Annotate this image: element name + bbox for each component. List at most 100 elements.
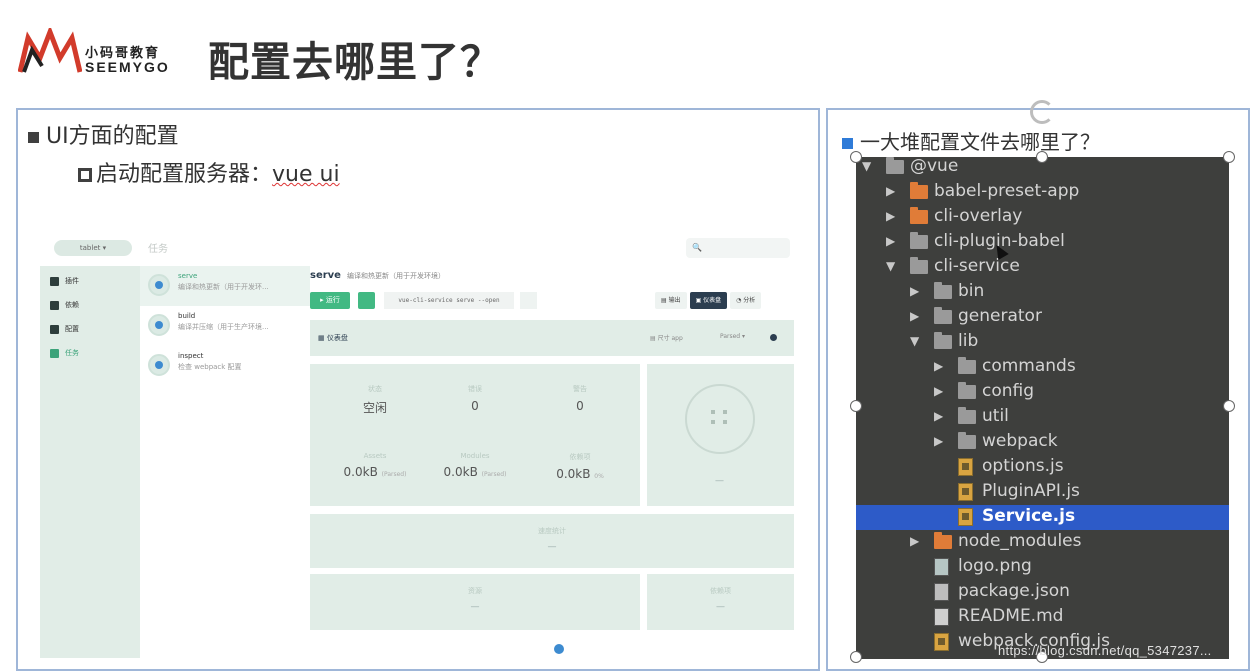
collapse-arrow-icon[interactable]: ▶ bbox=[934, 359, 943, 373]
tab-dashboard[interactable]: ▣ 仪表盘 bbox=[689, 292, 728, 309]
tree-row[interactable]: options.js bbox=[856, 455, 1229, 480]
resize-handle-ml[interactable] bbox=[850, 400, 862, 412]
tree-row[interactable]: logo.png bbox=[856, 555, 1229, 580]
parsed-selector[interactable]: Parsed ▾ bbox=[720, 333, 745, 340]
resize-handle-tl[interactable] bbox=[850, 151, 862, 163]
folder-icon bbox=[886, 157, 904, 174]
stat-value: 空闲 bbox=[362, 401, 387, 415]
expand-arrow-icon[interactable]: ▼ bbox=[910, 334, 919, 348]
stat-number: 0.0kB bbox=[556, 467, 591, 481]
progress-value: — bbox=[715, 476, 724, 486]
bullet-square-icon bbox=[28, 131, 39, 143]
tree-row[interactable]: ▶ webpack bbox=[856, 430, 1229, 455]
folder-icon bbox=[934, 332, 952, 349]
tree-row-label: @vue bbox=[910, 157, 959, 176]
task-icon bbox=[148, 314, 170, 336]
tree-row-label: babel-preset-app bbox=[934, 181, 1080, 201]
folder-icon bbox=[934, 532, 952, 549]
expand-arrow-icon[interactable]: ▼ bbox=[862, 159, 871, 173]
task-detail-name: serve bbox=[310, 270, 341, 281]
stat-errors: 错误 0 bbox=[430, 384, 520, 413]
stat-key: 状态 bbox=[368, 385, 382, 393]
task-build[interactable]: build 编译并压缩（用于生产环境... bbox=[140, 306, 310, 346]
task-name: serve bbox=[178, 272, 198, 280]
tree-row[interactable]: ▶ babel-preset-app bbox=[856, 180, 1229, 205]
stat-value: 0 bbox=[471, 399, 479, 413]
tree-row[interactable]: ▶ cli-plugin-babel bbox=[856, 230, 1229, 255]
tree-row[interactable]: ▶ bin bbox=[856, 280, 1229, 305]
collapse-arrow-icon[interactable]: ▶ bbox=[910, 284, 919, 298]
task-inspect[interactable]: inspect 检查 webpack 配置 bbox=[140, 346, 310, 386]
seemygo-logo: 小码哥教育 SEEMYGO bbox=[17, 25, 188, 78]
stat-value: 0.0kB (Parsed) bbox=[430, 465, 520, 479]
rotate-handle-icon[interactable] bbox=[1030, 100, 1054, 124]
collapse-arrow-icon[interactable]: ▶ bbox=[886, 234, 895, 248]
ui-config-text: UI方面的配置 bbox=[46, 124, 179, 149]
folder-icon bbox=[910, 232, 928, 249]
tree-row[interactable]: ▶ generator bbox=[856, 305, 1229, 330]
folder-icon bbox=[958, 382, 976, 399]
stat-key: 警告 bbox=[573, 385, 587, 393]
tree-row[interactable]: ▶ util bbox=[856, 405, 1229, 430]
expand-arrow-icon[interactable]: ▼ bbox=[886, 259, 895, 273]
tab-analyze[interactable]: ◔ 分析 bbox=[730, 292, 762, 309]
tree-row[interactable]: ▶ config bbox=[856, 380, 1229, 405]
puzzle-icon bbox=[50, 276, 59, 286]
tree-row[interactable]: README.md bbox=[856, 605, 1229, 630]
collapse-arrow-icon[interactable]: ▶ bbox=[886, 184, 895, 198]
stat-key: Modules bbox=[460, 452, 490, 460]
tree-row[interactable]: ▶ cli-overlay bbox=[856, 205, 1229, 230]
nav-config[interactable]: 配置 bbox=[50, 324, 79, 334]
edit-command-icon[interactable] bbox=[520, 292, 537, 309]
js-file-icon bbox=[958, 458, 973, 476]
tasks-icon bbox=[50, 348, 59, 358]
slide-header: 小码哥教育 SEEMYGO 配置去哪里了？ bbox=[0, 0, 1250, 96]
resize-handle-tc[interactable] bbox=[1036, 151, 1048, 163]
vue-ui-page-title: 任务 bbox=[148, 244, 168, 255]
task-icon bbox=[148, 274, 170, 296]
hollow-bullet-icon bbox=[78, 168, 92, 182]
tree-row[interactable]: Service.js bbox=[856, 505, 1229, 530]
task-detail: serve 编译和热更新（用于开发环境） ▸ 运行 vue-cli-service… bbox=[310, 266, 798, 658]
stat-number: 0.0kB bbox=[443, 465, 478, 479]
vue-ui-search[interactable]: 🔍 bbox=[686, 238, 790, 258]
tree-row[interactable]: PluginAPI.js bbox=[856, 480, 1229, 505]
task-serve[interactable]: serve 编译和热更新（用于开发环... bbox=[140, 266, 310, 306]
tree-row[interactable]: ▼ lib bbox=[856, 330, 1229, 355]
resize-handle-mr[interactable] bbox=[1223, 400, 1235, 412]
tree-row[interactable]: package.json bbox=[856, 580, 1229, 605]
size-selector[interactable]: ▤ 尺寸 app bbox=[650, 333, 683, 342]
vue-ui-bullet: 启动配置服务器：vue ui bbox=[78, 156, 340, 188]
collapse-arrow-icon[interactable]: ▶ bbox=[886, 209, 895, 223]
vue-ui-prefix: 启动配置服务器： bbox=[96, 162, 273, 187]
js-file-icon bbox=[934, 633, 949, 651]
tree-row[interactable]: ▶ commands bbox=[856, 355, 1229, 380]
tree-row[interactable]: ▼ cli-service bbox=[856, 255, 1229, 280]
collapse-arrow-icon[interactable]: ▶ bbox=[910, 534, 919, 548]
collapse-arrow-icon[interactable]: ▶ bbox=[934, 409, 943, 423]
page-title: 配置去哪里了？ bbox=[208, 38, 502, 86]
deps-value: — bbox=[716, 602, 725, 612]
markdown-file-icon bbox=[934, 608, 949, 626]
bullet-square-icon bbox=[842, 138, 853, 149]
nav-plugins[interactable]: 插件 bbox=[50, 276, 79, 286]
project-selector[interactable]: tablet ▾ bbox=[54, 240, 132, 256]
nav-tasks[interactable]: 任务 bbox=[50, 348, 79, 358]
resize-handle-tr[interactable] bbox=[1223, 151, 1235, 163]
collapse-arrow-icon[interactable]: ▶ bbox=[934, 384, 943, 398]
tree-row[interactable]: ▶ node_modules bbox=[856, 530, 1229, 555]
info-dot-icon[interactable] bbox=[770, 334, 777, 341]
task-name: inspect bbox=[178, 352, 204, 360]
run-button[interactable]: ▸ 运行 bbox=[310, 292, 350, 309]
settings-gear-icon[interactable] bbox=[358, 292, 375, 309]
resize-handle-bl[interactable] bbox=[850, 651, 862, 663]
collapse-arrow-icon[interactable]: ▶ bbox=[934, 434, 943, 448]
progress-circle-icon bbox=[685, 384, 755, 454]
tab-output[interactable]: ▤ 输出 bbox=[655, 292, 687, 309]
nav-dependencies[interactable]: 依赖 bbox=[50, 300, 79, 310]
folder-icon bbox=[910, 182, 928, 199]
stat-modules: Modules 0.0kB (Parsed) bbox=[430, 452, 520, 479]
speed-label: 速度统计 bbox=[538, 527, 566, 535]
collapse-arrow-icon[interactable]: ▶ bbox=[910, 309, 919, 323]
deps-panel: 依赖项 — bbox=[647, 574, 794, 630]
